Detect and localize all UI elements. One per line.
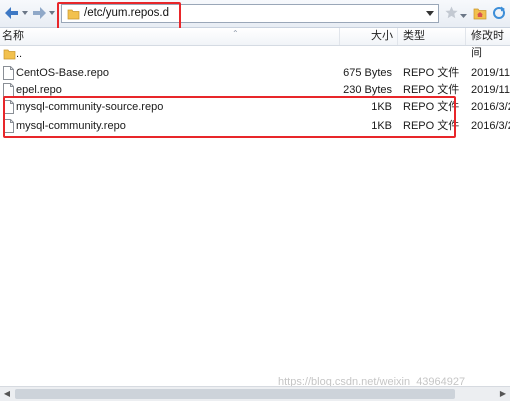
list-item[interactable]: mysql-community-source.repo 1KB REPO 文件 … — [0, 99, 510, 115]
file-modified: 2019/11 — [471, 84, 510, 96]
file-name: CentOS-Base.repo — [16, 67, 109, 79]
column-type[interactable]: 类型 — [398, 28, 466, 45]
file-size: 230 Bytes — [343, 84, 392, 96]
column-name-label: 名称 — [2, 30, 24, 42]
file-size: 1KB — [371, 120, 392, 132]
refresh-button[interactable] — [492, 6, 506, 23]
file-modified: 2016/3/2 — [471, 101, 510, 113]
column-modified[interactable]: 修改时间 — [466, 28, 510, 59]
address-dropdown-button[interactable] — [425, 7, 435, 20]
list-item[interactable]: .. — [0, 46, 510, 62]
file-type: REPO 文件 — [403, 67, 460, 79]
file-modified: 2019/11 — [471, 67, 510, 79]
file-name: mysql-community.repo — [16, 120, 126, 132]
file-icon — [3, 100, 14, 114]
chevron-down-icon — [460, 14, 467, 18]
file-type: REPO 文件 — [403, 120, 460, 132]
file-name: epel.repo — [16, 84, 62, 96]
scrollbar-thumb[interactable] — [15, 389, 455, 399]
file-icon — [3, 83, 14, 97]
toolbar: /etc/yum.repos.d — [0, 0, 510, 28]
file-icon — [3, 66, 14, 80]
column-size-label: 大小 — [371, 30, 393, 42]
folder-up-icon — [3, 49, 16, 60]
horizontal-scrollbar[interactable]: ◀ ▶ — [0, 386, 510, 401]
column-size[interactable]: 大小 — [340, 28, 398, 45]
file-name: mysql-community-source.repo — [16, 101, 164, 113]
refresh-icon — [493, 6, 505, 19]
list-item[interactable]: epel.repo 230 Bytes REPO 文件 2019/11 — [0, 82, 510, 98]
file-size: 1KB — [371, 101, 392, 113]
sort-arrow-icon: ⌃ — [232, 29, 239, 38]
column-header: 名称 ⌃ 大小 类型 修改时间 — [0, 28, 510, 59]
chevron-down-icon — [49, 11, 55, 15]
file-type: REPO 文件 — [403, 84, 460, 96]
address-bar[interactable]: /etc/yum.repos.d — [61, 4, 439, 23]
home-folder-button[interactable] — [473, 6, 487, 23]
file-name: .. — [16, 48, 23, 60]
chevron-down-icon — [426, 10, 434, 16]
file-type: REPO 文件 — [403, 101, 460, 113]
scroll-right-button[interactable]: ▶ — [496, 387, 510, 401]
forward-button[interactable] — [31, 5, 56, 21]
list-item[interactable]: mysql-community.repo 1KB REPO 文件 2016/3/… — [0, 118, 510, 134]
folder-icon — [67, 9, 80, 20]
bookmark-star-button[interactable] — [445, 6, 458, 22]
back-button[interactable] — [4, 5, 29, 21]
file-modified: 2016/3/2 — [471, 120, 510, 132]
column-type-label: 类型 — [403, 30, 425, 42]
column-name[interactable]: 名称 ⌃ — [0, 28, 340, 45]
list-item[interactable]: CentOS-Base.repo 675 Bytes REPO 文件 2019/… — [0, 65, 510, 81]
star-dropdown-button[interactable] — [460, 10, 467, 22]
home-folder-icon — [473, 8, 487, 20]
chevron-down-icon — [22, 11, 28, 15]
file-icon — [3, 119, 14, 133]
file-size: 675 Bytes — [343, 67, 392, 79]
arrow-left-icon — [5, 7, 18, 19]
arrow-right-icon — [33, 7, 46, 19]
scroll-left-button[interactable]: ◀ — [0, 387, 14, 401]
star-icon — [445, 6, 458, 19]
address-path: /etc/yum.repos.d — [84, 7, 170, 19]
